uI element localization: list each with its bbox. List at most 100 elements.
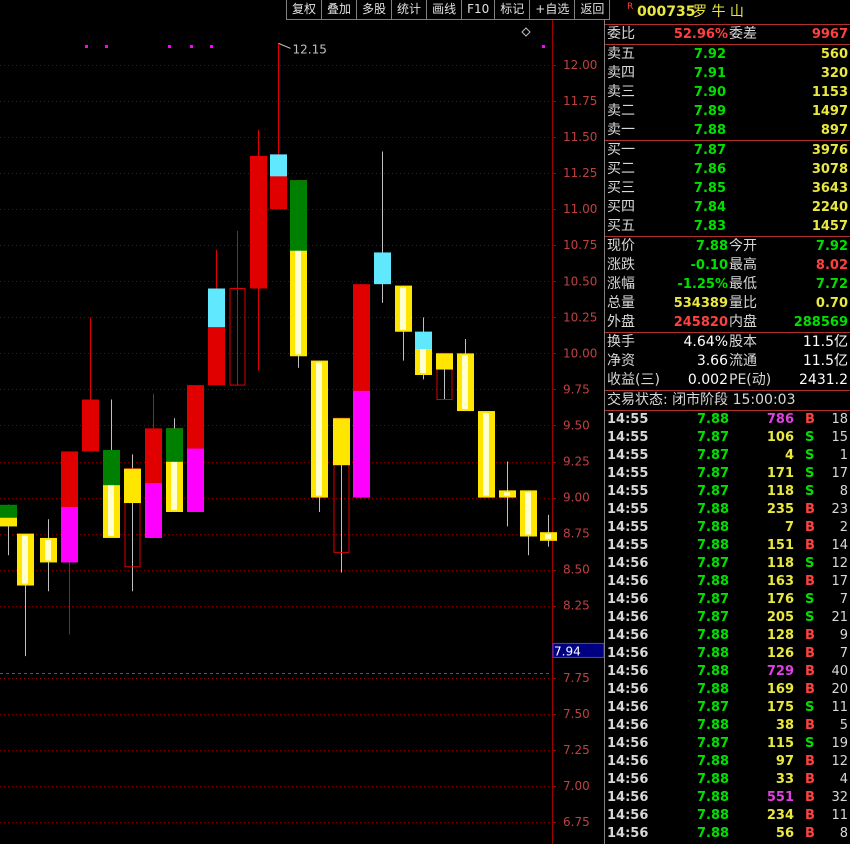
tick-time: 14:55 [607,466,649,481]
diamond-icon[interactable] [521,27,531,37]
toolbar-button-1[interactable]: 叠加 [321,0,358,20]
fund-value: 4.64% [683,334,728,350]
tick-volume: 118 [766,556,794,571]
candle-segment [353,390,370,498]
fund-label: 换手 [607,334,635,350]
candle-segment [415,331,432,350]
sell-price: 7.90 [693,85,726,100]
y-tick-label: 11.75 [563,94,597,108]
tick-count: 40 [831,664,848,679]
tick-price: 7.88 [697,718,730,733]
candle-highlight [400,287,406,330]
stat-value: 8.02 [815,258,848,273]
sell-row: 卖五 7.92 560 [605,45,850,64]
sell-row: 卖四 7.91 320 [605,64,850,83]
fund-value: 2431.2 [799,372,848,388]
buy-price: 7.83 [693,219,726,234]
stat-value: -1.25% [677,277,729,292]
toolbar-button-4[interactable]: 画线 [426,0,463,20]
tick-count: 19 [831,736,848,751]
tick-time: 14:56 [607,826,649,841]
y-tick-label: 11.25 [563,166,597,180]
tick-side: B [805,664,815,679]
fund-row: 换手 4.64% 股本 11.5亿 [605,333,850,352]
stat-label: 总量 [607,295,635,311]
toolbar-button-8[interactable]: 返回 [574,0,611,20]
toolbar-button-7[interactable]: +自选 [529,0,576,20]
chart-toolbar: 复权 叠加 多股 统计 画线 F10 标记 +自选 返回 [286,0,611,21]
tick-row: 14:56 7.87 175 S 11 [605,699,850,717]
fund-label: 收益(三) [607,372,660,388]
tick-price: 7.87 [697,736,730,751]
tick-row: 14:56 7.87 118 S 12 [605,555,850,573]
tick-time: 14:56 [607,718,649,733]
fund-value: 3.66 [696,353,728,369]
tick-row: 14:56 7.88 128 B 9 [605,627,850,645]
tick-row: 14:55 7.87 106 S 15 [605,429,850,447]
buy-volume: 1457 [811,219,848,234]
tick-time: 14:56 [607,592,649,607]
buy-label: 买二 [607,161,635,177]
y-tick-label: 9.00 [563,491,590,505]
candle-segment [0,517,17,527]
tick-price: 7.87 [697,592,730,607]
toolbar-button-6[interactable]: 标记 [494,0,531,20]
tick-time: 14:56 [607,700,649,715]
weibi-value: 52.96% [673,27,728,42]
y-tick-label: 10.75 [563,238,597,252]
tick-count: 8 [839,484,848,499]
y-tick-label: 11.00 [563,202,597,216]
stat-value: -0.10 [690,258,728,273]
tick-time: 14:56 [607,808,649,823]
tick-volume: 126 [766,646,794,661]
tick-price: 7.88 [697,538,730,553]
tick-time: 14:56 [607,736,649,751]
toolbar-button-5[interactable]: F10 [461,0,496,20]
tick-side: S [805,610,815,625]
candlestick-chart[interactable]: 12.00 11.75 11.50 11.25 11.00 10.75 10.50 10.25… [0,0,604,844]
sell-label: 卖四 [607,65,635,81]
stat-value: 7.88 [695,239,728,254]
tick-side: B [805,790,815,805]
tick-price: 7.88 [697,520,730,535]
tick-time: 14:55 [607,484,649,499]
tick-row: 14:56 7.88 126 B 7 [605,645,850,663]
tick-count: 15 [831,430,848,445]
buy-row: 买二 7.86 3078 [605,160,850,179]
tick-price: 7.87 [697,610,730,625]
tick-row: 14:56 7.88 56 B 8 [605,825,850,843]
tick-row: 14:56 7.88 729 B 40 [605,663,850,681]
tick-row: 14:56 7.88 163 B 17 [605,573,850,591]
signal-dot [168,45,171,48]
candle-highlight [504,492,510,496]
tick-volume: 786 [766,412,794,427]
tick-price: 7.88 [697,754,730,769]
tick-count: 17 [831,574,848,589]
toolbar-button-0[interactable]: 复权 [286,0,323,20]
sell-volume: 897 [820,123,848,138]
weibi-row: 委比 52.96% 委差 9967 [605,25,850,44]
sell-price: 7.91 [693,66,726,81]
sell-price: 7.92 [693,47,726,62]
toolbar-button-2[interactable]: 多股 [356,0,393,20]
tick-side: B [805,574,815,589]
candle-body [374,252,391,285]
tick-count: 9 [839,628,848,643]
candle-body [436,353,453,370]
high-marker-line [278,42,291,49]
y-tick-label: 11.50 [563,130,597,144]
tick-row: 14:55 7.88 786 B 18 [605,411,850,429]
y-tick-label: 12.00 [563,58,597,72]
y-tick-label: 10.25 [563,310,597,324]
fund-value: 11.5亿 [802,334,848,350]
fund-value: 0.002 [687,372,728,388]
stat-row: 外盘 245820 内盘 288569 [605,313,850,332]
candle-segment [270,154,287,177]
sell-label: 卖二 [607,103,635,119]
toolbar-button-3[interactable]: 统计 [391,0,428,20]
tick-price: 7.88 [697,628,730,643]
tick-side: S [805,484,815,499]
candle-highlight [525,492,531,535]
tick-time: 14:56 [607,772,649,787]
tick-time: 14:55 [607,448,649,463]
